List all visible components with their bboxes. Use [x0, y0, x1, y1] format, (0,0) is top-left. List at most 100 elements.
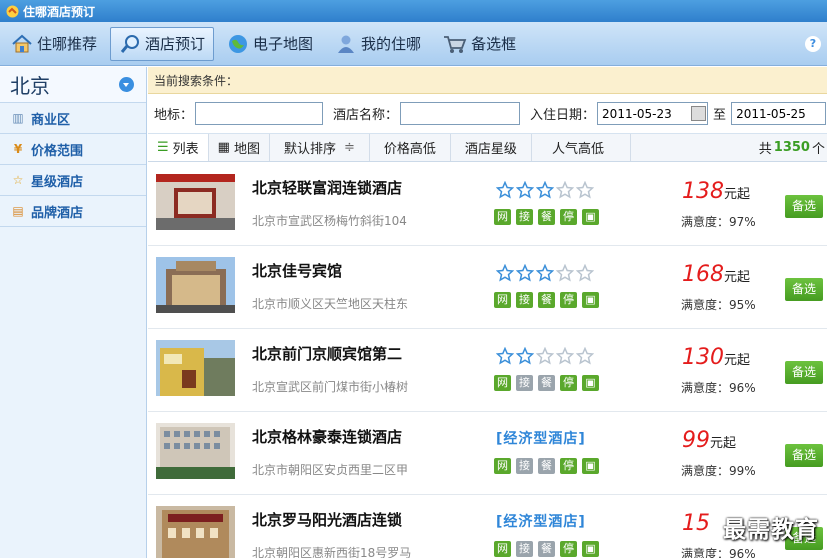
toolbar-recommend-label: 住哪推荐: [37, 35, 98, 53]
hotel-name[interactable]: 北京罗马阳光酒店连锁: [252, 509, 402, 530]
toolbar-map-label: 电子地图: [253, 35, 314, 53]
parking-icon: 停: [560, 458, 577, 474]
sidebar-item-star-hotels[interactable]: ☆ 星级酒店: [0, 165, 146, 196]
checkin-label: 入住日期：: [530, 108, 596, 123]
satisfaction-rate: 满意度：97%: [681, 215, 756, 229]
price-tag-icon: ¥: [13, 142, 23, 156]
toolbar-hotel-booking-button[interactable]: 酒店预订: [110, 26, 215, 61]
network-icon: 网: [494, 292, 511, 308]
window-title: 住哪酒店预订: [23, 4, 96, 19]
result-count-prefix: 共: [758, 142, 772, 157]
price-value: 15: [682, 511, 710, 536]
sidebar-item-business-district[interactable]: ▥ 商业区: [0, 103, 146, 134]
hotel-photo: [156, 340, 235, 396]
network-icon: 网: [494, 458, 511, 474]
hotel-address: 北京市宣武区杨梅竹斜街104: [252, 214, 407, 228]
sidebar-item-label: 品牌酒店: [31, 205, 84, 221]
pickup-icon: 接: [516, 458, 533, 474]
star-filled-icon: [496, 181, 514, 199]
hotel-name[interactable]: 北京佳号宾馆: [252, 260, 342, 281]
facility-icons: 网接餐停 ▣: [494, 458, 604, 474]
tv-icon: ▣: [582, 292, 599, 308]
landmark-label: 地标：: [154, 108, 194, 123]
hotel-row[interactable]: 北京格林豪泰连锁酒店 北京市朝阳区安贞西里二区甲 [经济型酒店] 网接餐停 ▣ 99元起满…: [148, 412, 827, 495]
calendar-icon[interactable]: [691, 106, 707, 121]
facility-icons: 网接餐停 ▣: [494, 292, 604, 308]
checkout-date-input[interactable]: [731, 102, 827, 125]
user-icon: [338, 35, 355, 53]
toolbar-recommend-button[interactable]: 住哪推荐: [2, 27, 106, 61]
help-icon[interactable]: ?: [805, 36, 821, 52]
star-empty-icon: [556, 347, 574, 365]
hotel-price: 138元起: [682, 179, 750, 204]
parking-icon: 停: [560, 375, 577, 391]
landmark-input[interactable]: [195, 102, 324, 125]
hotel-thumbnail[interactable]: [156, 257, 235, 313]
main-toolbar: 住哪推荐 酒店预订 电子地图 我的住哪 备选框 ?: [0, 22, 827, 66]
sort-arrows-icon: ≑: [344, 140, 355, 155]
network-icon: 网: [494, 209, 511, 225]
bar-chart-icon: ▥: [12, 111, 24, 125]
sidebar-item-brand-hotels[interactable]: ▤ 品牌酒店: [0, 196, 146, 227]
document-icon: ▤: [12, 204, 24, 218]
tab-map[interactable]: ▦ 地图: [209, 134, 270, 161]
tab-map-label: 地图: [233, 142, 260, 157]
add-to-shortlist-button[interactable]: 备选: [785, 278, 823, 301]
hotel-row[interactable]: 北京佳号宾馆 北京市顺义区天竺地区天柱东 网接餐停 ▣ 168元起 满意度：95% 备选: [148, 246, 827, 329]
satisfaction-rate: 满意度：99%: [681, 464, 756, 478]
star-empty-icon: [536, 347, 554, 365]
hotel-type-badge: [经济型酒店]: [496, 431, 586, 447]
title-bar: 住哪酒店预订: [0, 0, 827, 22]
sort-popularity-label: 人气高低: [551, 142, 604, 157]
parking-icon: 停: [560, 292, 577, 308]
sort-price[interactable]: 价格高低: [370, 134, 451, 161]
hotel-thumbnail[interactable]: [156, 506, 235, 558]
star-filled-icon: [536, 181, 554, 199]
restaurant-icon: 餐: [538, 375, 555, 391]
price-unit: 元起: [724, 270, 751, 285]
price-value: 168: [682, 262, 724, 287]
hotel-row[interactable]: 北京轻联富润连锁酒店 北京市宣武区杨梅竹斜街104 网接餐停 ▣ 138元起 满意度：97…: [148, 163, 827, 246]
hotel-price: 15: [682, 511, 710, 536]
hotel-thumbnail[interactable]: [156, 340, 235, 396]
star-empty-icon: [556, 264, 574, 282]
toolbar-map-button[interactable]: 电子地图: [218, 27, 322, 61]
pickup-icon: 接: [516, 541, 533, 557]
hotel-price: 168元起: [682, 262, 750, 287]
sort-stars[interactable]: 酒店星级: [451, 134, 532, 161]
sort-price-label: 价格高低: [383, 142, 436, 157]
city-selector[interactable]: 北京: [0, 67, 146, 103]
toolbar-cart-button[interactable]: 备选框: [434, 27, 525, 61]
magnifier-icon: [120, 34, 140, 53]
app-logo-icon: [6, 5, 19, 17]
hotel-name[interactable]: 北京前门京顺宾馆第二: [252, 343, 402, 364]
hotel-address: 北京宣武区前门煤市街小椿树: [252, 380, 409, 394]
toolbar-cart-label: 备选框: [471, 35, 517, 53]
hotel-name[interactable]: 北京轻联富润连锁酒店: [252, 177, 402, 198]
add-to-shortlist-button[interactable]: 备选: [785, 361, 823, 384]
sort-popularity[interactable]: 人气高低: [532, 134, 631, 161]
list-icon: ☰: [157, 140, 169, 155]
satisfaction-rate: 满意度：96%: [681, 381, 756, 395]
chevron-down-icon[interactable]: [119, 77, 134, 92]
hotel-list: 北京轻联富润连锁酒店 北京市宣武区杨梅竹斜街104 网接餐停 ▣ 138元起 满意度：97…: [148, 163, 827, 558]
add-to-shortlist-button[interactable]: 备选: [785, 195, 823, 218]
sort-default[interactable]: 默认排序 ≑: [270, 134, 370, 161]
sidebar-item-label: 商业区: [31, 112, 71, 128]
hotel-name[interactable]: 北京格林豪泰连锁酒店: [252, 426, 402, 447]
sidebar-item-label: 星级酒店: [31, 174, 84, 190]
pickup-icon: 接: [516, 375, 533, 391]
hotel-address: 北京朝阳区惠新西街18号罗马: [252, 546, 412, 558]
search-conditions-label: 当前搜索条件：: [154, 73, 239, 88]
hotel-row[interactable]: 北京前门京顺宾馆第二 北京宣武区前门煤市街小椿树 网接餐停 ▣ 130元起 满意度：96%…: [148, 329, 827, 412]
add-to-shortlist-button[interactable]: 备选: [785, 444, 823, 467]
pickup-icon: 接: [516, 209, 533, 225]
restaurant-icon: 餐: [538, 458, 555, 474]
star-filled-icon: [496, 347, 514, 365]
hotel-thumbnail[interactable]: [156, 174, 235, 230]
hotel-name-input[interactable]: [400, 102, 521, 125]
tab-list[interactable]: ☰ 列表: [148, 134, 209, 161]
hotel-thumbnail[interactable]: [156, 423, 235, 479]
sidebar-item-price-range[interactable]: ¥ 价格范围: [0, 134, 146, 165]
toolbar-my-account-button[interactable]: 我的住哪: [326, 27, 430, 61]
